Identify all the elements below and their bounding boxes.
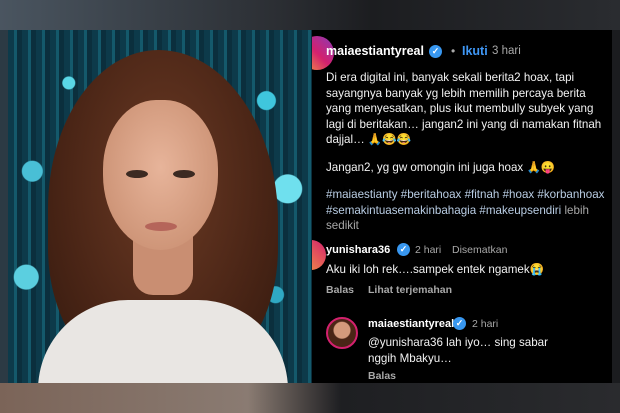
reply-username[interactable]: maiaestiantyreal — [368, 318, 454, 330]
profile-photo — [8, 30, 312, 383]
reply-button[interactable]: Balas — [368, 370, 396, 382]
comment-time: 2 hari — [415, 244, 442, 256]
separator-dot: • — [451, 44, 456, 58]
reply-avatar[interactable] — [326, 317, 358, 349]
reply-time: 2 hari — [472, 318, 499, 330]
follow-button[interactable]: Ikuti — [462, 44, 488, 58]
verified-badge-icon: ✓ — [429, 45, 442, 58]
post-caption: Di era digital ini, banyak sekali berita… — [326, 70, 610, 234]
comment-avatar[interactable] — [312, 240, 326, 270]
translate-link[interactable]: Lihat terjemahan — [368, 284, 452, 296]
post-time: 3 hari — [492, 45, 521, 57]
caption-paragraph-1: Di era digital ini, banyak sekali berita… — [326, 71, 602, 146]
background-blur-top — [0, 0, 620, 30]
background-blur-left — [0, 30, 8, 383]
photo-eye-right — [173, 170, 195, 178]
author-username[interactable]: maiaestiantyreal — [326, 44, 424, 58]
comment-text: Aku iki loh rek….sampek entek ngamek😭 — [326, 263, 545, 276]
comment-username[interactable]: yunishara36 — [326, 244, 390, 256]
reply-button[interactable]: Balas — [326, 284, 354, 296]
reply-text: @yunishara36 lah iyo… sing sabar nggih M… — [368, 336, 548, 365]
caption-hashtags-block: #maiaestianty #beritahoax #fitnah #hoax … — [326, 187, 610, 234]
verified-badge-icon: ✓ — [453, 317, 466, 330]
background-blur-bottom — [0, 383, 620, 413]
photo-lips — [145, 222, 177, 231]
photo-eye-left — [126, 170, 148, 178]
instagram-post-panel: maiaestiantyreal ✓ • Ikuti 3 hari Di era… — [312, 30, 612, 383]
background-blur-right — [612, 30, 620, 383]
caption-paragraph-2: Jangan2, yg gw omongin ini juga hoax 🙏😛 — [326, 160, 556, 174]
caption-hashtags[interactable]: #maiaestianty #beritahoax #fitnah #hoax … — [326, 188, 604, 217]
verified-badge-icon: ✓ — [397, 243, 410, 256]
pinned-label: Disematkan — [452, 244, 508, 256]
